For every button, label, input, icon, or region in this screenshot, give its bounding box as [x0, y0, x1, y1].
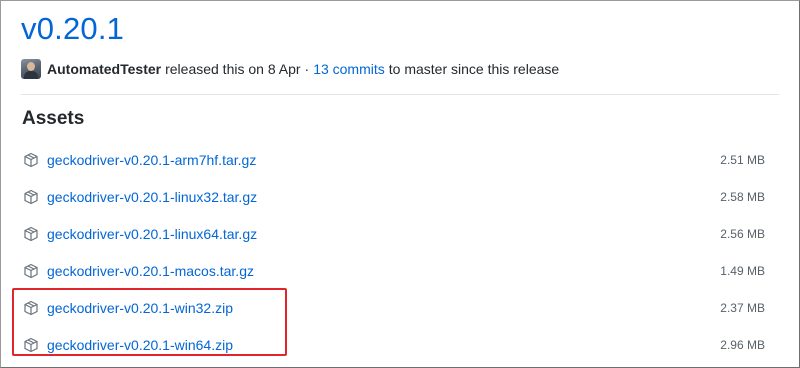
asset-size: 2.51 MB	[720, 152, 765, 167]
released-text: released this on 8 Apr	[165, 61, 301, 77]
release-meta: AutomatedTester released this on 8 Apr ·…	[21, 58, 559, 80]
asset-list: geckodriver-v0.20.1-arm7hf.tar.gz 2.51 M…	[21, 141, 781, 363]
asset-link-linux32[interactable]: geckodriver-v0.20.1-linux32.tar.gz	[47, 189, 257, 205]
commits-link[interactable]: 13 commits	[313, 61, 385, 77]
asset-row: geckodriver-v0.20.1-win32.zip 2.37 MB	[21, 289, 781, 326]
release-title[interactable]: v0.20.1	[21, 7, 124, 51]
asset-row: geckodriver-v0.20.1-linux64.tar.gz 2.56 …	[21, 215, 781, 252]
author-avatar[interactable]	[21, 59, 41, 79]
asset-row: geckodriver-v0.20.1-arm7hf.tar.gz 2.51 M…	[21, 141, 781, 178]
asset-size: 2.58 MB	[720, 189, 765, 204]
asset-link-win64[interactable]: geckodriver-v0.20.1-win64.zip	[47, 337, 233, 353]
asset-link-macos[interactable]: geckodriver-v0.20.1-macos.tar.gz	[47, 263, 254, 279]
asset-size: 1.49 MB	[720, 263, 765, 278]
asset-size: 2.96 MB	[720, 337, 765, 352]
author-name[interactable]: AutomatedTester	[47, 61, 161, 77]
asset-size: 2.56 MB	[720, 226, 765, 241]
package-icon	[24, 300, 38, 315]
avatar-body	[24, 71, 38, 79]
avatar-head	[27, 62, 35, 71]
package-icon	[24, 226, 38, 241]
package-icon	[24, 337, 38, 352]
package-icon	[24, 152, 38, 167]
asset-link-win32[interactable]: geckodriver-v0.20.1-win32.zip	[47, 300, 233, 316]
asset-size: 2.37 MB	[720, 300, 765, 315]
package-icon	[24, 263, 38, 278]
package-icon	[24, 189, 38, 204]
asset-link-arm7hf[interactable]: geckodriver-v0.20.1-arm7hf.tar.gz	[47, 152, 256, 168]
asset-link-linux64[interactable]: geckodriver-v0.20.1-linux64.tar.gz	[47, 226, 257, 242]
commits-suffix: to master since this release	[388, 61, 560, 77]
asset-row: geckodriver-v0.20.1-macos.tar.gz 1.49 MB	[21, 252, 781, 289]
divider	[21, 94, 779, 95]
assets-heading: Assets	[22, 108, 85, 129]
asset-row: geckodriver-v0.20.1-win64.zip 2.96 MB	[21, 326, 781, 363]
asset-row: geckodriver-v0.20.1-linux32.tar.gz 2.58 …	[21, 178, 781, 215]
meta-separator: ·	[304, 61, 310, 77]
release-panel: v0.20.1 AutomatedTester released this on…	[0, 0, 800, 368]
